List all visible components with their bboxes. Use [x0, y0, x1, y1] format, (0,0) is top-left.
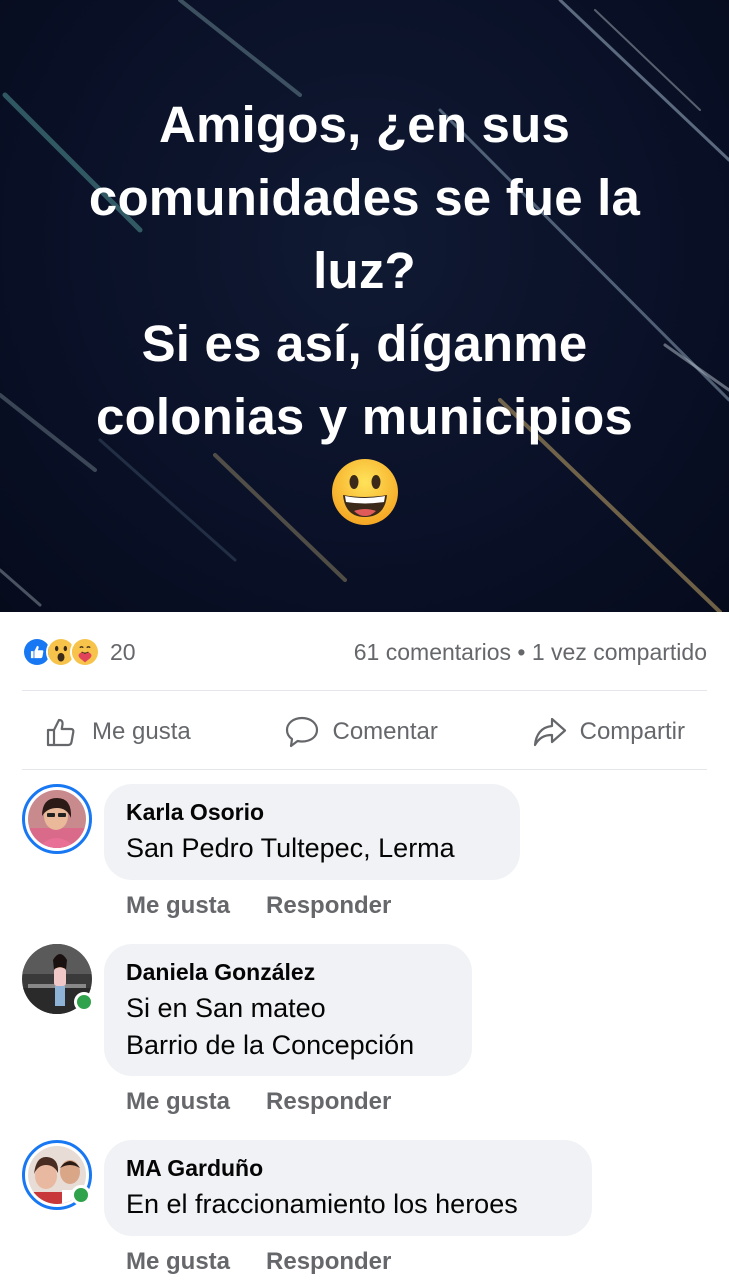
comment-button[interactable]: Comentar: [284, 714, 438, 750]
comment-author[interactable]: Karla Osorio: [126, 798, 498, 826]
comment-author[interactable]: MA Garduño: [126, 1154, 570, 1182]
post-stats: 20 61 comentarios • 1 vez compartido: [22, 632, 707, 672]
comment-text: En el fraccionamiento los heroes: [126, 1189, 518, 1219]
avatar[interactable]: [22, 1140, 92, 1210]
avatar[interactable]: [22, 784, 92, 854]
comment-like-button[interactable]: Me gusta: [126, 1088, 230, 1116]
speech-bubble-icon: [286, 716, 319, 748]
post-caption-line: Si es así, díganme: [141, 315, 588, 372]
comment-text-line: Si en San mateo: [126, 993, 326, 1023]
post-caption-line: luz?: [313, 242, 416, 299]
comment-reply-button[interactable]: Responder: [266, 1248, 391, 1276]
comment-like-button[interactable]: Me gusta: [126, 892, 230, 920]
divider: [22, 690, 707, 691]
comment-item: Karla Osorio San Pedro Tultepec, Lerma M…: [22, 784, 707, 924]
post-caption-line: Amigos, ¿en sus: [158, 96, 571, 153]
comment-author[interactable]: Daniela González: [126, 958, 450, 986]
avatar[interactable]: [22, 944, 94, 1014]
comment-text: Si en San mateo Barrio de la Concepción: [126, 990, 450, 1064]
comment-bubble[interactable]: Karla Osorio San Pedro Tultepec, Lerma: [104, 784, 520, 880]
comment-actions: Me gusta Responder: [126, 1248, 391, 1276]
comment-like-button[interactable]: Me gusta: [126, 1248, 230, 1276]
reaction-count: 20: [110, 638, 136, 665]
comment-actions: Me gusta Responder: [126, 892, 391, 920]
online-status-dot: [71, 1185, 91, 1205]
online-status-dot: [74, 992, 94, 1012]
care-icon: [70, 637, 100, 667]
comment-item: MA Garduño En el fraccionamiento los her…: [22, 1140, 707, 1280]
post-image[interactable]: Amigos, ¿en sus comunidades se fue la lu…: [0, 0, 729, 612]
like-button[interactable]: Me gusta: [44, 714, 191, 750]
post-caption-line: comunidades se fue la: [88, 169, 641, 226]
post-caption-line: colonias y municipios: [96, 388, 633, 445]
grinning-face-icon: [330, 457, 400, 527]
thumbs-up-icon: [46, 718, 75, 747]
post-actions: Me gusta Comentar Compartir: [22, 700, 707, 764]
comment-bubble[interactable]: Daniela González Si en San mateo Barrio …: [104, 944, 472, 1076]
comment-bubble[interactable]: MA Garduño En el fraccionamiento los her…: [104, 1140, 592, 1236]
share-button-label: Compartir: [579, 718, 685, 745]
share-arrow-icon: [533, 717, 566, 747]
comment-reply-button[interactable]: Responder: [266, 892, 391, 920]
comment-text-line: Barrio de la Concepción: [126, 1030, 415, 1060]
comments-shares-count[interactable]: 61 comentarios • 1 vez compartido: [354, 639, 707, 666]
like-button-label: Me gusta: [92, 718, 191, 745]
comment-actions: Me gusta Responder: [126, 1088, 391, 1116]
reactions-summary[interactable]: 20: [22, 637, 136, 667]
post-caption: Amigos, ¿en sus comunidades se fue la lu…: [30, 88, 699, 546]
divider: [22, 769, 707, 770]
comment-item: Daniela González Si en San mateo Barrio …: [22, 944, 707, 1124]
comment-button-label: Comentar: [332, 718, 438, 745]
share-button[interactable]: Compartir: [532, 714, 685, 750]
comment-text: San Pedro Tultepec, Lerma: [126, 833, 455, 863]
comment-reply-button[interactable]: Responder: [266, 1088, 391, 1116]
